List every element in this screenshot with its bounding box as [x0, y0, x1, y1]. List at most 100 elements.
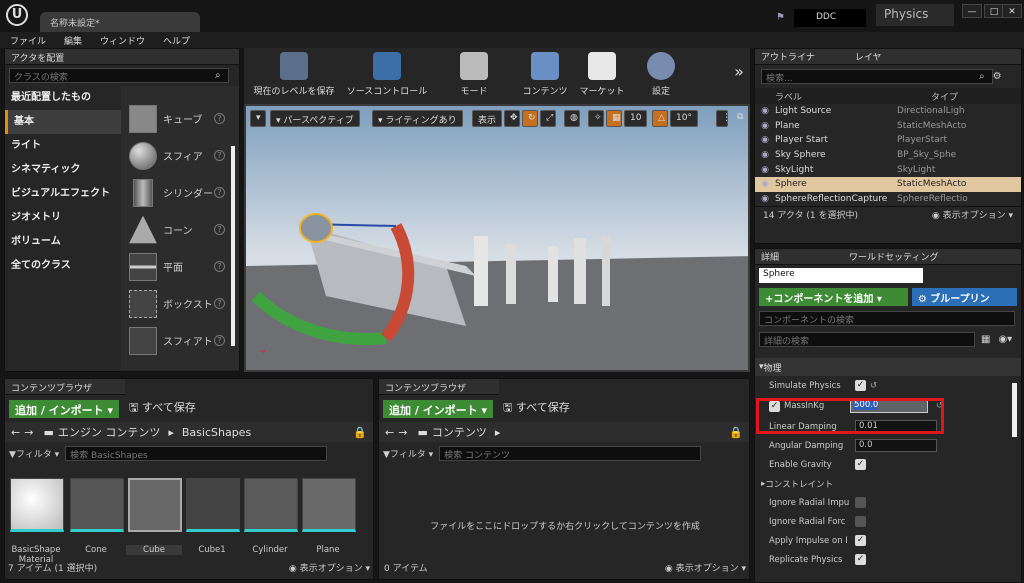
close-button[interactable]: ✕: [1002, 4, 1022, 18]
visibility-eye-icon[interactable]: ◉: [755, 121, 775, 131]
asset-search-input[interactable]: 検索 コンテンツ: [439, 446, 702, 461]
table-row[interactable]: ◉ Plane StaticMeshActo: [755, 119, 1021, 134]
asset-thumb-cylinder[interactable]: [244, 478, 298, 532]
angle-snap-icon[interactable]: △: [652, 110, 668, 127]
maximize-button[interactable]: □: [984, 4, 1004, 18]
table-row[interactable]: ◉ Player Start PlayerStart: [755, 133, 1021, 148]
angular-damping-input[interactable]: 0.0: [855, 439, 937, 452]
list-item[interactable]: 平面?: [129, 248, 239, 285]
table-row[interactable]: ◉ Sphere StaticMeshActo: [755, 176, 1021, 192]
actor-name-field[interactable]: Sphere: [759, 268, 923, 283]
category-cinematic[interactable]: シネマティック: [5, 158, 121, 182]
visibility-eye-icon[interactable]: ◉: [755, 150, 775, 160]
content-browser-tab[interactable]: コンテンツブラウザ: [379, 379, 499, 395]
source-control-button[interactable]: ソースコントロール: [340, 52, 434, 102]
list-item[interactable]: スフィア?: [129, 137, 239, 174]
rotate-icon[interactable]: ↻: [522, 110, 538, 127]
apply-impulse-checkbox[interactable]: ✓: [855, 535, 866, 546]
replicate-checkbox[interactable]: ✓: [855, 554, 866, 565]
forward-icon[interactable]: →: [398, 426, 407, 439]
layers-tab[interactable]: レイヤ: [855, 50, 882, 63]
save-all-button[interactable]: 🖫 すべて保存: [503, 399, 570, 418]
scale-icon[interactable]: ⤢: [540, 110, 556, 127]
grid-size-button[interactable]: 10: [624, 110, 648, 127]
level-viewport[interactable]: → ▾ ▾ パースペクティブ ▾ ライティングあり 表示 ✥ ↻ ⤢ ◍ ✧ ▦…: [244, 104, 750, 372]
details-tab[interactable]: 詳細: [761, 250, 779, 263]
list-item[interactable]: キューブ?: [129, 100, 239, 137]
help-icon[interactable]: ?: [214, 150, 225, 161]
outliner-settings-icon[interactable]: ⚙: [993, 71, 1002, 82]
cb1-view-options[interactable]: ◉ 表示オプション ▾: [289, 561, 370, 574]
list-item[interactable]: スフィアト?: [129, 322, 239, 359]
surface-snap-icon[interactable]: ✧: [588, 110, 604, 127]
save-level-button[interactable]: 現在のレベルを保存: [248, 52, 340, 102]
blueprint-button[interactable]: ⚙ ブループリン: [911, 288, 1017, 306]
menu-edit[interactable]: 編集: [64, 34, 82, 47]
show-button[interactable]: 表示: [472, 110, 503, 127]
category-recent[interactable]: 最近配置したもの: [5, 86, 121, 110]
constraints-row[interactable]: ▸ コンストレイント: [755, 474, 1021, 493]
category-geometry[interactable]: ジオメトリ: [5, 206, 121, 230]
table-row[interactable]: ◉ Light Source DirectionalLigh: [755, 104, 1021, 119]
breadcrumb-engine-content[interactable]: エンジン コンテンツ: [58, 424, 161, 440]
grid-snap-icon[interactable]: ▦: [606, 110, 622, 127]
lock-icon[interactable]: 🔒: [353, 426, 367, 439]
type-column-header[interactable]: タイプ: [931, 90, 958, 103]
table-row[interactable]: ◉ SkyLight SkyLight: [755, 162, 1021, 177]
outliner-tab[interactable]: アウトライナ: [761, 50, 815, 63]
visibility-eye-icon[interactable]: ◉: [755, 194, 775, 204]
help-icon[interactable]: ?: [214, 113, 225, 124]
ignore-force-checkbox[interactable]: [855, 516, 866, 527]
visibility-eye-icon[interactable]: ◉: [755, 179, 775, 189]
perspective-button[interactable]: ▾ パースペクティブ: [270, 110, 360, 127]
world-icon[interactable]: ◍: [564, 110, 580, 127]
document-tab[interactable]: 名称未設定*: [40, 12, 200, 32]
visibility-eye-icon[interactable]: ◉: [755, 106, 775, 116]
add-import-button[interactable]: 追加 / インポート ▾: [383, 399, 494, 418]
category-all-classes[interactable]: 全てのクラス: [5, 254, 121, 278]
physics-section-header[interactable]: 物理: [764, 361, 782, 374]
back-icon[interactable]: ←: [385, 426, 394, 439]
ddc-indicator[interactable]: DDC: [794, 9, 866, 27]
label-column-header[interactable]: ラベル: [775, 90, 931, 103]
add-component-button[interactable]: +コンポーネントを追加 ▾: [759, 288, 908, 306]
angle-size-button[interactable]: 10°: [670, 110, 698, 127]
visibility-eye-icon[interactable]: ◉: [755, 165, 775, 175]
asset-thumb-cone[interactable]: [70, 478, 124, 532]
maximize-viewport-icon[interactable]: ⧉: [732, 110, 746, 127]
filter-button[interactable]: ▼フィルタ ▾: [9, 447, 59, 460]
help-icon[interactable]: ?: [214, 187, 225, 198]
list-item[interactable]: シリンダー?: [129, 174, 239, 211]
content-button[interactable]: コンテンツ: [516, 52, 574, 102]
scrollbar[interactable]: [231, 146, 235, 346]
add-import-button[interactable]: 追加 / インポート ▾: [9, 399, 120, 418]
table-row[interactable]: ◉ SphereReflectionCapture SphereReflectio: [755, 192, 1021, 207]
place-actors-tab[interactable]: アクタを配置: [5, 49, 239, 65]
component-search-input[interactable]: コンポーネントの検索: [759, 311, 1015, 326]
visibility-eye-icon[interactable]: ◉: [755, 135, 775, 145]
viewport-scroll-icon[interactable]: ⋮: [716, 110, 731, 127]
help-icon[interactable]: ?: [214, 224, 225, 235]
ignore-impulse-checkbox[interactable]: [855, 497, 866, 508]
save-all-button[interactable]: 🖫 すべて保存: [129, 399, 196, 418]
list-item[interactable]: ボックスト?: [129, 285, 239, 322]
content-browser-tab[interactable]: コンテンツブラウザ: [5, 379, 125, 395]
asset-thumb-cube[interactable]: [128, 478, 182, 532]
viewport-options-button[interactable]: ▾: [250, 110, 266, 127]
help-icon[interactable]: ?: [214, 298, 225, 309]
world-settings-tab[interactable]: ワールドセッティング: [849, 250, 938, 263]
category-volumes[interactable]: ボリューム: [5, 230, 121, 254]
asset-thumb-basicshape-material[interactable]: [10, 478, 64, 532]
menu-file[interactable]: ファイル: [10, 34, 46, 47]
reset-icon[interactable]: ↺: [870, 381, 877, 391]
outliner-view-options[interactable]: ◉ 表示オプション ▾: [932, 208, 1013, 221]
marketplace-button[interactable]: マーケット: [576, 52, 628, 102]
enable-gravity-checkbox[interactable]: ✓: [855, 459, 866, 470]
asset-search-input[interactable]: 検索 BasicShapes: [65, 446, 328, 461]
help-icon[interactable]: ?: [214, 261, 225, 272]
back-icon[interactable]: ←: [11, 426, 20, 439]
breadcrumb-basicshapes[interactable]: BasicShapes: [182, 426, 251, 439]
filter-button[interactable]: ▼フィルタ ▾: [383, 447, 433, 460]
help-icon[interactable]: ?: [214, 335, 225, 346]
grid-view-icon[interactable]: ▦: [981, 334, 990, 345]
